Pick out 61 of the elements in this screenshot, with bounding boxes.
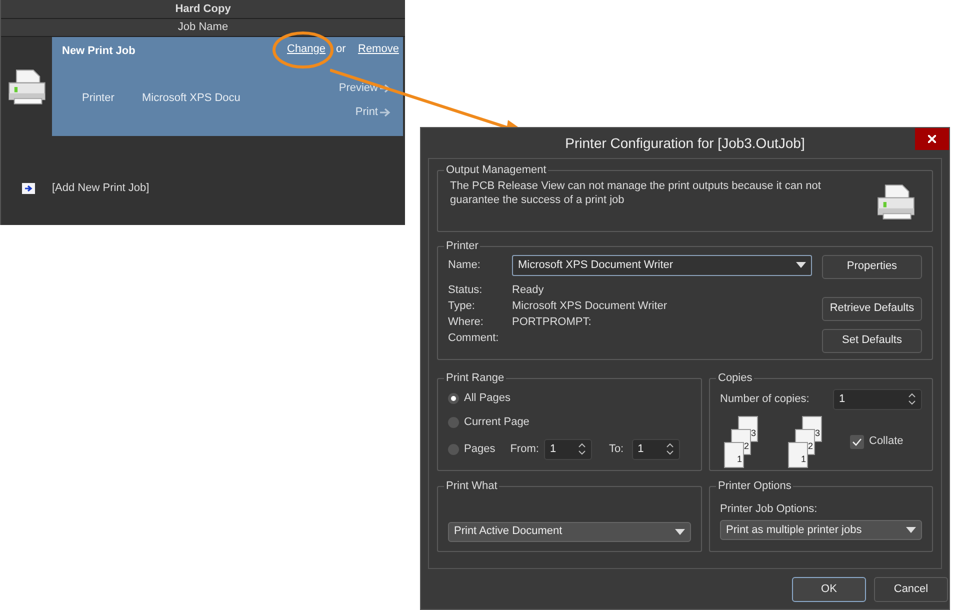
radio-label[interactable]: Current Page [464, 414, 530, 431]
spinner-icon [666, 442, 674, 456]
field-label: To: [608, 442, 624, 457]
panel-header: Hard Copy [1, 0, 405, 19]
info-message: The PCB Release View can not manage the print outputs because it can not guarantee the success of a print job [449, 178, 822, 208]
arrow-icon [380, 108, 391, 117]
printer-dropdown[interactable]: Microsoft XPS Document Writer [512, 254, 812, 276]
close-icon [928, 135, 936, 143]
or-text: or [336, 42, 346, 57]
column-header: Job Name [1, 19, 405, 37]
radio-label[interactable]: All Pages [464, 390, 510, 407]
radio-button[interactable] [448, 417, 459, 428]
spinner-icon [908, 392, 916, 406]
field-label: From: [510, 442, 539, 457]
group-title: Print Range [445, 371, 506, 386]
field-label: Status: [448, 283, 484, 298]
dialog-button[interactable]: Cancel [874, 577, 948, 602]
field-value: Microsoft XPS Document Writer [512, 299, 668, 314]
caret-icon [675, 528, 685, 534]
radio-button[interactable] [448, 444, 459, 454]
number-spinner[interactable]: 1 [544, 438, 592, 460]
caret-icon [796, 262, 806, 268]
printer-name: Microsoft XPS Docu [142, 91, 240, 106]
field-label: Comment: [448, 331, 500, 346]
dialog-button[interactable]: Set Defaults [822, 328, 922, 352]
add-job-link[interactable]: [Add New Print Job] [52, 180, 150, 196]
group-title: Printer [445, 239, 480, 254]
dialog-button[interactable]: Properties [822, 254, 922, 278]
dialog-button[interactable]: Retrieve Defaults [822, 296, 922, 320]
close-button[interactable] [915, 128, 949, 150]
arrow-icon [380, 84, 391, 93]
highlight-ellipse [272, 30, 334, 70]
field-label: Number of copies: [720, 392, 810, 407]
spinner-icon [578, 442, 586, 456]
field-label: Printer Job Options: [720, 502, 818, 516]
arrow-icon [22, 182, 35, 194]
field-label: Name: [448, 258, 482, 273]
checkbox-label[interactable]: Collate [869, 433, 904, 450]
print-job-card[interactable]: New Print Job Change or Remove Printer Microsoft XPS Docu Preview Print [52, 37, 403, 136]
dropdown[interactable]: Print Active Document [448, 522, 691, 542]
number-spinner[interactable]: 1 [632, 438, 680, 460]
dialog-button[interactable]: OK [792, 577, 866, 602]
dropdown[interactable]: Print as multiple printer jobs [720, 520, 922, 540]
group-title: Copies [717, 371, 754, 386]
field-value: Ready [512, 283, 544, 298]
group-title: Output Management [445, 163, 548, 178]
printer-icon [6, 68, 48, 106]
group-title: Printer Options [717, 479, 792, 494]
group-title: Print What [445, 479, 498, 494]
radio-label[interactable]: Pages [464, 440, 496, 458]
remove-link[interactable]: Remove [358, 41, 399, 58]
field-label: Type: [448, 299, 476, 314]
number-spinner[interactable]: 1 [833, 388, 922, 410]
radio-button[interactable] [448, 393, 459, 404]
window-title: Printer Configuration for [Job3.OutJob] [565, 134, 805, 153]
caret-icon [906, 527, 916, 533]
field-label: Where: [448, 315, 484, 330]
field-value: PORTPROMPT: [512, 315, 592, 330]
printer-label: Printer [82, 91, 114, 106]
job-name: New Print Job [62, 44, 136, 59]
checkbox[interactable] [850, 434, 864, 448]
